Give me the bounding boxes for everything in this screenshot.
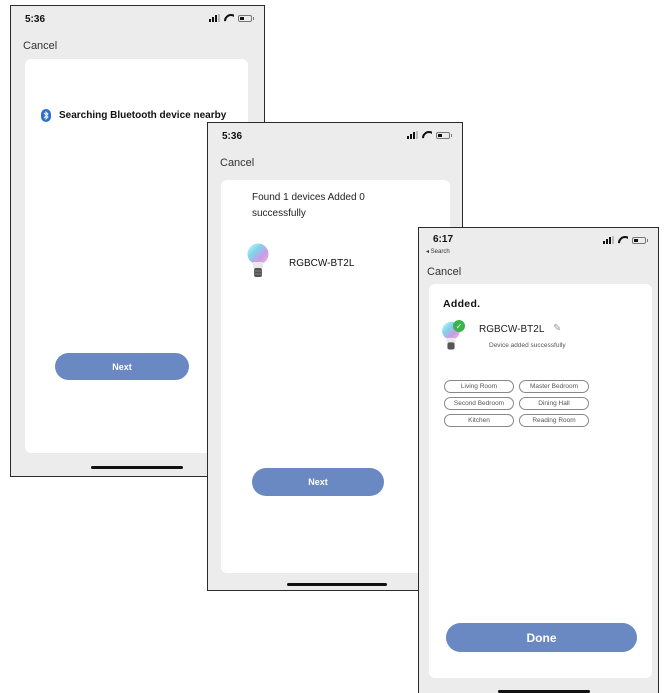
search-status: Searching Bluetooth device nearby [41, 109, 226, 122]
cancel-button[interactable]: Cancel [427, 266, 461, 278]
added-title: Added. [443, 298, 481, 310]
device-name: RGBCW-BT2L [479, 324, 545, 335]
signal-icon [603, 236, 614, 244]
battery-icon [238, 14, 254, 22]
check-icon: ✓ [453, 320, 465, 332]
status-time: 5:36 [222, 131, 243, 142]
bluetooth-icon [41, 109, 51, 122]
wifi-icon [618, 236, 628, 244]
found-status-text: Found 1 devices Added 0 successfully [252, 192, 365, 219]
bulb-icon [247, 243, 269, 284]
status-bar: 6:17 [419, 228, 658, 252]
battery-icon [632, 236, 648, 244]
phone-screen-added: 6:17 ◂ Search Cancel Added. ✓ RGBCW-BT2L… [418, 227, 659, 693]
home-indicator[interactable] [91, 466, 183, 469]
added-device-row: ✓ RGBCW-BT2L ✎ Device added successfully [441, 320, 641, 353]
status-bar: 5:36 [11, 6, 264, 30]
next-button[interactable]: Next [55, 353, 189, 380]
back-to-search-link[interactable]: ◂ Search [426, 248, 450, 255]
battery-icon [436, 131, 452, 139]
device-status: Device added successfully [489, 342, 566, 349]
cancel-button[interactable]: Cancel [220, 157, 254, 169]
done-button[interactable]: Done [446, 623, 637, 652]
signal-icon [209, 14, 220, 22]
room-chip-kitchen[interactable]: Kitchen [444, 414, 514, 427]
wifi-icon [422, 131, 432, 139]
status-bar: 5:36 [208, 123, 462, 147]
device-row[interactable]: RGBCW-BT2L [247, 243, 354, 284]
content-card: Added. ✓ RGBCW-BT2L ✎ Device added succe… [429, 284, 652, 678]
home-indicator[interactable] [287, 583, 387, 586]
room-chip-reading-room[interactable]: Reading Room [519, 414, 589, 427]
cancel-button[interactable]: Cancel [23, 40, 57, 52]
room-chip-living-room[interactable]: Living Room [444, 380, 514, 393]
room-chip-master-bedroom[interactable]: Master Bedroom [519, 380, 589, 393]
next-button[interactable]: Next [252, 468, 384, 496]
searching-text: Searching Bluetooth device nearby [59, 110, 227, 121]
content-card: Found 1 devices Added 0 successfully RGB… [221, 180, 456, 573]
status-time: 6:17 [433, 234, 454, 245]
status-time: 5:36 [25, 14, 46, 25]
pencil-icon[interactable]: ✎ [553, 323, 561, 334]
wifi-icon [224, 14, 234, 22]
room-chip-second-bedroom[interactable]: Second Bedroom [444, 397, 514, 410]
signal-icon [407, 131, 418, 139]
room-chips: Living Room Master Bedroom Second Bedroo… [444, 380, 604, 427]
room-chip-dining-hall[interactable]: Dining Hall [519, 397, 589, 410]
device-name: RGBCW-BT2L [289, 258, 355, 269]
